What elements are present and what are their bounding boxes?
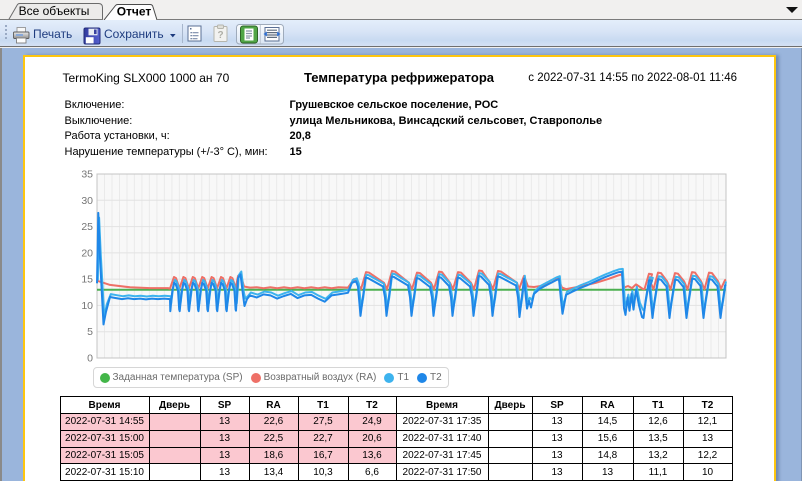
svg-text:0: 0 xyxy=(87,353,93,365)
svg-text:10: 10 xyxy=(81,300,93,312)
svg-text:5: 5 xyxy=(87,326,93,338)
svg-text:?: ? xyxy=(217,30,223,41)
svg-text:Отчет: Отчет xyxy=(117,5,152,19)
svg-text:Все объекты: Все объекты xyxy=(19,4,90,18)
svg-text:35: 35 xyxy=(81,169,93,181)
svg-text:25: 25 xyxy=(81,221,93,233)
svg-text:20: 20 xyxy=(81,247,93,259)
svg-text:30: 30 xyxy=(81,195,93,207)
svg-text:15: 15 xyxy=(81,274,93,286)
